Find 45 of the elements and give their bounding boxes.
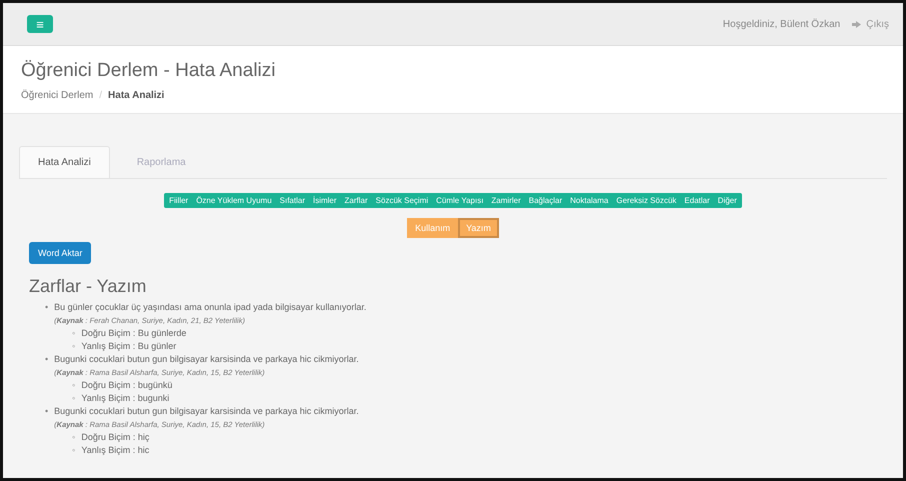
sentence-text: Bugunki cocuklari butun gun bilgisayar karsisinda ve parkaya hic cikmiyorlar. [54, 405, 359, 418]
category-link[interactable]: Zarflar [344, 196, 368, 205]
bullet-mark: ◦ [72, 379, 76, 392]
subtype-button[interactable]: Yazım [458, 218, 499, 238]
correct-form-text: Doğru Biçim : Bu günlerde [81, 327, 186, 340]
category-link[interactable]: Edatlar [684, 196, 710, 205]
bullet-mark: • [45, 353, 48, 366]
export-button[interactable]: Word Aktar [29, 242, 92, 264]
bullet-mark: ◦ [72, 392, 76, 405]
bullet-mark: • [45, 405, 48, 418]
bullet-mark: ◦ [72, 327, 76, 340]
welcome-text: Hoşgeldiniz, Bülent Özkan [722, 18, 840, 30]
category-link[interactable]: Diğer [718, 196, 737, 205]
bullet-mark: ◦ [72, 431, 76, 444]
category-link[interactable]: Sıfatlar [280, 196, 305, 205]
section-title: Zarflar - Yazım [29, 276, 148, 297]
correct-form-text: Doğru Biçim : bugünkü [81, 379, 172, 392]
bullet-mark: ◦ [72, 444, 76, 457]
breadcrumb-item[interactable]: Hata Analizi [108, 90, 164, 101]
logout-link[interactable]: Çıkış [852, 18, 889, 30]
sentence-text: Bu günler çocuklar üç yaşındası ama onunla ipad yada bilgisayar kullanıyorlar. [54, 301, 366, 314]
breadcrumb-separator: / [99, 90, 102, 101]
subtype-button[interactable]: Kullanım [407, 218, 458, 238]
category-link[interactable]: Özne Yüklem Uyumu [196, 196, 272, 205]
sentence-text: Bugunki cocuklari butun gun bilgisayar karsisinda ve parkaya hic cikmiyorlar. [54, 353, 359, 366]
category-link[interactable]: Gereksiz Sözcük [616, 196, 676, 205]
sign-out-icon [852, 20, 862, 28]
wrong-form-text: Yanlış Biçim : Bu günler [81, 340, 176, 353]
tab[interactable]: Hata Analizi [19, 146, 110, 178]
wrong-form-text: Yanlış Biçim : hic [81, 444, 150, 457]
wrong-form-text: Yanlış Biçim : bugunki [81, 392, 170, 405]
menu-button[interactable]: ≡ [27, 15, 53, 33]
bullet-mark: • [45, 301, 48, 314]
category-link[interactable]: İsimler [312, 196, 337, 205]
breadcrumb-item[interactable]: Öğrenici Derlem [21, 90, 94, 101]
category-link[interactable]: Cümle Yapısı [436, 196, 484, 205]
category-link[interactable]: Fiiller [169, 196, 188, 205]
category-link[interactable]: Sözcük Seçimi [376, 196, 428, 205]
category-link[interactable]: Noktalama [570, 196, 608, 205]
page-title: Öğrenici Derlem - Hata Analizi [21, 60, 276, 82]
category-link[interactable]: Bağlaçlar [528, 196, 562, 205]
bullet-mark: ◦ [72, 340, 76, 353]
category-link[interactable]: Zamirler [491, 196, 521, 205]
tab[interactable]: Raporlama [118, 146, 205, 178]
correct-form-text: Doğru Biçim : hiç [81, 431, 150, 444]
